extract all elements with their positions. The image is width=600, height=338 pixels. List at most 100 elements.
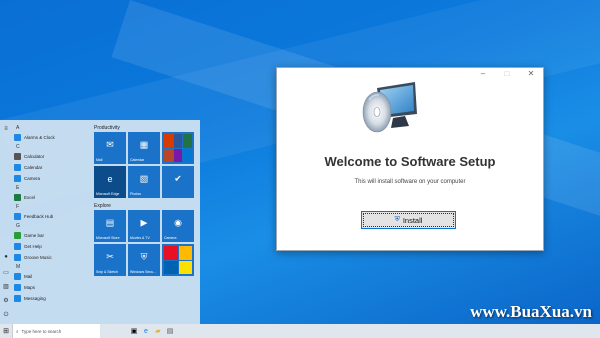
- app-name: Game bar: [24, 233, 45, 238]
- app-list-letter[interactable]: M: [14, 263, 90, 271]
- app-icon: [14, 134, 21, 141]
- tile-label: Snip & Sketch: [96, 270, 118, 274]
- app-name: Camera: [24, 176, 41, 181]
- office-app-icon: [183, 148, 192, 162]
- start-tile[interactable]: ◉ Camera: [162, 210, 194, 242]
- user-avatar-icon[interactable]: ●: [2, 254, 10, 260]
- start-rail: ≡ ● ▭ ▨ ⚙ ⏻: [0, 120, 12, 324]
- app-list-item[interactable]: Messaging: [14, 293, 90, 304]
- app-name: Messaging: [24, 296, 46, 301]
- app-list-letter[interactable]: E: [14, 184, 90, 192]
- app-name: Feedback Hub: [24, 214, 54, 219]
- app-name: Maps: [24, 285, 36, 290]
- app-list-letter[interactable]: C: [14, 143, 90, 151]
- app-icon: [14, 254, 21, 261]
- tile-icon: ▤: [105, 217, 115, 228]
- app-icon: [14, 243, 21, 250]
- explorer-icon[interactable]: ▰: [152, 324, 164, 338]
- search-placeholder: Type here to search: [21, 328, 62, 334]
- office-app-icon: [183, 134, 192, 148]
- app-icon: [14, 273, 21, 280]
- start-tile[interactable]: ✉ Mail: [94, 132, 126, 164]
- app-name: Alarms & Clock: [24, 135, 55, 140]
- start-tile[interactable]: e Microsoft Edge: [94, 166, 126, 198]
- app-icon: [14, 175, 21, 182]
- edge-icon[interactable]: e: [140, 324, 152, 338]
- tile-label: Calendar: [130, 158, 145, 162]
- tile-icon: ▶: [140, 217, 148, 228]
- install-button[interactable]: ⛨ Install: [361, 211, 456, 229]
- app-list-item[interactable]: Calculator: [14, 151, 90, 162]
- start-tile[interactable]: ✂ Snip & Sketch: [94, 244, 126, 276]
- store-icon[interactable]: ▤: [164, 324, 176, 338]
- app-list-item[interactable]: Mail: [14, 271, 90, 282]
- tile-icon: ◉: [174, 217, 182, 228]
- setup-disc-icon: [362, 82, 417, 133]
- windows-start-button[interactable]: ⊞: [0, 324, 12, 338]
- hamburger-icon[interactable]: ≡: [2, 126, 10, 132]
- task-view-icon[interactable]: ▣: [128, 324, 140, 338]
- taskbar: ⊞ ⌕ Type here to search ▣ e ▰ ▤: [0, 324, 600, 338]
- tile-grid: ▤ Microsoft Store ▶ Movies & TV ◉ Camera ✂ Snip…: [94, 210, 198, 276]
- app-list-item[interactable]: Alarms & Clock: [14, 132, 90, 143]
- start-tile[interactable]: ▧ Photos: [128, 166, 160, 198]
- tile-label: Movies & TV: [130, 236, 150, 240]
- tile-icon: e: [107, 174, 113, 185]
- app-list-item[interactable]: Camera: [14, 173, 90, 184]
- tile-icon: ▦: [139, 139, 149, 150]
- minimize-button[interactable]: –: [477, 69, 489, 78]
- shield-icon: ⛨: [394, 216, 400, 223]
- app-name: Calendar: [24, 165, 43, 170]
- pictures-icon[interactable]: ▨: [2, 284, 10, 290]
- app-name: Calculator: [24, 154, 45, 159]
- start-tile[interactable]: [162, 132, 194, 164]
- start-tile[interactable]: ⛨ Windows Secu...: [128, 244, 160, 276]
- start-tile[interactable]: [162, 244, 194, 276]
- app-list: A Alarms & Clock C Calculator Calendar Camera…: [14, 124, 90, 304]
- mini-app-icon: [178, 260, 192, 274]
- mini-app-icon: [164, 260, 178, 274]
- app-list-item[interactable]: Excel: [14, 192, 90, 203]
- office-app-icon: [164, 134, 173, 148]
- document-icon[interactable]: ▭: [2, 270, 10, 276]
- tile-icon: ▧: [139, 173, 149, 184]
- settings-icon[interactable]: ⚙: [2, 298, 10, 304]
- tile-icon: ✂: [106, 251, 114, 262]
- start-menu: ≡ ● ▭ ▨ ⚙ ⏻ A Alarms & Clock C Calculator Ca…: [0, 120, 200, 324]
- welcome-heading: Welcome to Software Setup: [324, 154, 496, 169]
- close-button[interactable]: ✕: [525, 69, 537, 78]
- app-icon: [14, 213, 21, 220]
- app-icon: [14, 284, 21, 291]
- start-tile[interactable]: ▦ Calendar: [128, 132, 160, 164]
- app-name: Groove Music: [24, 255, 52, 260]
- setup-window: – □ ✕ Welcome to Software Setup This wil…: [276, 67, 544, 251]
- tile-label: Photos: [130, 192, 141, 196]
- tile-icon: ⛨: [140, 251, 148, 262]
- maximize-button[interactable]: □: [501, 69, 513, 78]
- office-app-icon: [173, 134, 183, 148]
- start-tile[interactable]: ✔: [162, 166, 194, 198]
- search-icon: ⌕: [16, 328, 19, 334]
- app-list-letter[interactable]: A: [14, 124, 90, 132]
- app-list-item[interactable]: Feedback Hub: [14, 211, 90, 222]
- app-list-item[interactable]: Get Help: [14, 241, 90, 252]
- watermark: www.BuaXua.vn: [470, 302, 592, 321]
- app-list-letter[interactable]: G: [14, 222, 90, 230]
- app-name: Get Help: [24, 244, 42, 249]
- app-name: Mail: [24, 274, 33, 279]
- search-box[interactable]: ⌕ Type here to search: [12, 324, 100, 338]
- app-list-item[interactable]: Game bar: [14, 230, 90, 241]
- app-list-item[interactable]: Groove Music: [14, 252, 90, 263]
- welcome-subtitle: This will install software on your compu…: [354, 179, 466, 185]
- app-list-item[interactable]: Maps: [14, 282, 90, 293]
- mini-app-icon: [164, 246, 178, 260]
- tile-group-title: Productivity: [94, 125, 120, 131]
- start-tile[interactable]: ▶ Movies & TV: [128, 210, 160, 242]
- office-app-icon: [164, 148, 173, 162]
- tile-area: Productivity ✉ Mail ▦ Calendar e Microsoft Edg…: [94, 124, 198, 276]
- start-tile[interactable]: ▤ Microsoft Store: [94, 210, 126, 242]
- app-list-letter[interactable]: F: [14, 203, 90, 211]
- app-list-item[interactable]: Calendar: [14, 162, 90, 173]
- power-icon[interactable]: ⏻: [2, 312, 10, 318]
- tile-label: Mail: [96, 158, 103, 162]
